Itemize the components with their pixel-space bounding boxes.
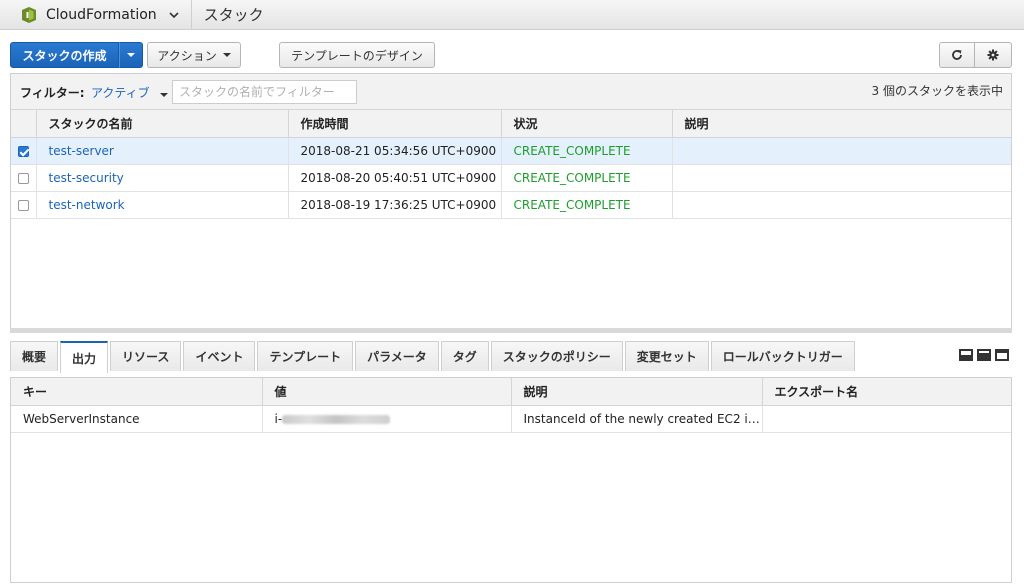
stack-count: 3 個のスタックを表示中 <box>871 84 1003 98</box>
table-row[interactable]: test-server 2018-08-21 05:34:56 UTC+0900… <box>11 137 1011 165</box>
layout-full-icon[interactable] <box>995 349 1009 361</box>
filter-status-value: アクティブ <box>91 86 150 100</box>
divider <box>190 0 192 30</box>
tab-stack-policy[interactable]: スタックのポリシー <box>490 341 623 371</box>
table-header: キー 値 説明 エクスポート名 <box>11 378 1011 406</box>
filter-bar: フィルター: アクティブ 3 個のスタックを表示中 <box>11 74 1011 110</box>
layout-toggle-group <box>959 349 1009 361</box>
tab-outputs[interactable]: 出力 <box>60 341 109 373</box>
table-row[interactable]: test-security 2018-08-20 05:40:51 UTC+09… <box>11 164 1011 192</box>
column-header[interactable]: エクスポート名 <box>762 378 1011 406</box>
output-export-name <box>762 405 1011 433</box>
column-header[interactable]: 値 <box>262 378 512 406</box>
caret-down-icon <box>127 53 135 57</box>
stack-name-link[interactable]: test-security <box>36 164 289 192</box>
breadcrumb: スタック <box>203 6 264 24</box>
tab-tags[interactable]: タグ <box>440 341 489 371</box>
redacted-value <box>282 414 391 424</box>
column-header[interactable]: 説明 <box>511 378 763 406</box>
tab-parameters[interactable]: パラメータ <box>355 341 439 371</box>
gear-icon <box>987 49 999 61</box>
created-time: 2018-08-21 05:34:56 UTC+0900 <box>288 137 502 165</box>
select-column-header <box>11 110 37 138</box>
row-checkbox-cell[interactable] <box>11 164 37 192</box>
filter-label: フィルター: <box>20 86 85 100</box>
refresh-icon <box>952 50 962 60</box>
description <box>672 137 1011 165</box>
detail-tabs: 概要 出力 リソース イベント テンプレート パラメータ タグ スタックのポリシ… <box>10 341 857 373</box>
stack-name-filter-input[interactable] <box>172 80 357 104</box>
table-row: WebServerInstance i- InstanceId of the n… <box>11 405 1011 433</box>
status-text: CREATE_COMPLETE <box>501 164 673 192</box>
row-checkbox-cell[interactable] <box>11 191 37 219</box>
checkbox-checked-icon[interactable] <box>17 145 29 157</box>
stack-name-link[interactable]: test-server <box>36 137 289 165</box>
column-header[interactable]: スタックの名前 <box>36 110 289 138</box>
checkbox-icon[interactable] <box>17 172 29 184</box>
layout-split-icon[interactable] <box>977 349 991 361</box>
caret-down-icon <box>159 93 168 97</box>
service-name[interactable]: CloudFormation <box>46 7 157 23</box>
panel-resize-handle[interactable] <box>10 328 1012 333</box>
create-stack-button[interactable]: スタックの作成 <box>10 42 119 68</box>
stacks-panel: フィルター: アクティブ 3 個のスタックを表示中 スタックの名前 作成時間 状… <box>10 73 1012 329</box>
tab-rollback-triggers[interactable]: ロールバックトリガー <box>710 341 855 371</box>
top-bar: CloudFormation スタック <box>0 0 1024 30</box>
output-key: WebServerInstance <box>11 405 263 433</box>
actions-button[interactable]: アクション <box>147 42 241 68</box>
outputs-panel: キー 値 説明 エクスポート名 WebServerInstance i- Ins… <box>10 377 1012 583</box>
cloudformation-icon <box>22 6 36 23</box>
create-stack-label: スタックの作成 <box>22 48 107 63</box>
outputs-table: キー 値 説明 エクスポート名 WebServerInstance i- Ins… <box>11 378 1011 433</box>
tab-change-sets[interactable]: 変更セット <box>624 341 709 371</box>
row-checkbox-cell[interactable] <box>11 137 37 165</box>
table-row[interactable]: test-network 2018-08-19 17:36:25 UTC+090… <box>11 191 1011 219</box>
tab-resources[interactable]: リソース <box>110 341 182 371</box>
create-stack-dropdown-button[interactable] <box>119 42 143 68</box>
layout-bottom-icon[interactable] <box>959 349 973 361</box>
tab-overview[interactable]: 概要 <box>10 341 59 371</box>
checkbox-icon[interactable] <box>17 199 29 211</box>
settings-button[interactable] <box>975 42 1012 68</box>
output-value: i- <box>262 405 512 433</box>
status-text: CREATE_COMPLETE <box>501 137 673 165</box>
created-time: 2018-08-20 05:40:51 UTC+0900 <box>288 164 502 192</box>
tab-events[interactable]: イベント <box>183 341 256 371</box>
created-time: 2018-08-19 17:36:25 UTC+0900 <box>288 191 502 219</box>
output-description: InstanceId of the newly created EC2 inst… <box>511 405 763 433</box>
description <box>672 191 1011 219</box>
description <box>672 164 1011 192</box>
stacks-table: スタックの名前 作成時間 状況 説明 test-server 2018-08-2… <box>11 110 1011 219</box>
column-header[interactable]: 説明 <box>672 110 1011 138</box>
filter-status-select[interactable]: アクティブ <box>91 84 168 101</box>
tab-template[interactable]: テンプレート <box>257 341 354 371</box>
column-header[interactable]: 状況 <box>501 110 673 138</box>
status-text: CREATE_COMPLETE <box>501 191 673 219</box>
column-header[interactable]: 作成時間 <box>288 110 502 138</box>
column-header[interactable]: キー <box>11 378 263 406</box>
table-header: スタックの名前 作成時間 状況 説明 <box>11 110 1011 138</box>
template-design-label: テンプレートのデザイン <box>291 48 423 63</box>
output-value-prefix: i- <box>274 411 283 426</box>
template-design-button[interactable]: テンプレートのデザイン <box>279 42 435 68</box>
caret-down-icon <box>222 53 231 57</box>
stack-name-link[interactable]: test-network <box>36 191 289 219</box>
refresh-button[interactable] <box>939 42 975 68</box>
actions-label: アクション <box>157 48 217 63</box>
chevron-down-icon[interactable] <box>169 10 179 20</box>
